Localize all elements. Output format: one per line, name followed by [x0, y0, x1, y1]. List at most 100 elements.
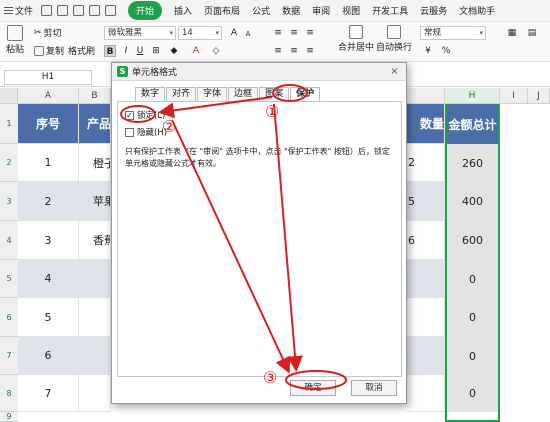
tab-alignment[interactable]: 对齐: [166, 87, 197, 101]
tab-review[interactable]: 审阅: [312, 4, 330, 17]
currency-button[interactable]: ¥: [422, 45, 434, 57]
seq-cell[interactable]: 4: [18, 260, 79, 298]
tab-data[interactable]: 数据: [282, 4, 300, 17]
close-icon[interactable]: ×: [389, 66, 400, 77]
header-qty-cell[interactable]: 数量: [407, 104, 445, 144]
seq-cell[interactable]: 5: [18, 298, 79, 337]
font-name-select[interactable]: 微软雅黑 ▾: [104, 26, 176, 40]
shrink-font-icon[interactable]: A: [242, 28, 254, 40]
tab-view[interactable]: 视图: [342, 4, 360, 17]
file-menu[interactable]: 文件: [4, 4, 33, 17]
undo-icon[interactable]: [89, 5, 101, 16]
column-header-j[interactable]: J: [528, 88, 550, 104]
clear-format-icon[interactable]: ◇: [210, 45, 222, 57]
print-icon[interactable]: [57, 5, 69, 16]
row-header-9[interactable]: 9: [0, 412, 18, 422]
seq-cell[interactable]: 2: [18, 182, 79, 221]
tab-insert[interactable]: 插入: [174, 4, 192, 17]
total-cell[interactable]: 0: [445, 375, 500, 412]
product-cell[interactable]: 苹果: [79, 182, 111, 221]
wrap-text-button[interactable]: 自动换行: [376, 25, 412, 53]
hidden-option[interactable]: 隐藏(H): [125, 126, 167, 138]
locked-checkbox[interactable]: ✓: [125, 110, 134, 120]
product-cell[interactable]: 橙子: [79, 144, 111, 182]
total-cell[interactable]: 600: [445, 221, 500, 260]
qty-cell[interactable]: [407, 337, 445, 375]
header-total-cell[interactable]: 金额总计: [445, 104, 500, 144]
product-cell[interactable]: [79, 260, 111, 298]
save-icon[interactable]: [41, 5, 53, 16]
row-header-2[interactable]: 2: [0, 144, 18, 182]
conditional-format-icon[interactable]: ▦: [506, 27, 518, 39]
qty-cell[interactable]: [407, 375, 445, 412]
column-header-b[interactable]: B: [79, 88, 111, 104]
total-cell[interactable]: 0: [445, 298, 500, 337]
total-cell[interactable]: 0: [445, 337, 500, 375]
qty-cell[interactable]: [407, 298, 445, 337]
align-right-icon[interactable]: ≡: [304, 45, 316, 57]
product-cell[interactable]: 香蕉: [79, 221, 111, 260]
hidden-checkbox[interactable]: [125, 127, 134, 137]
tab-border[interactable]: 边框: [228, 87, 259, 101]
percent-button[interactable]: %: [440, 45, 452, 57]
seq-cell[interactable]: 6: [18, 337, 79, 375]
align-top-icon[interactable]: ≡: [272, 27, 284, 39]
ok-button[interactable]: 确定: [290, 380, 336, 396]
dialog-titlebar[interactable]: S 单元格格式: [112, 63, 406, 81]
column-header-g[interactable]: [407, 88, 445, 104]
border-icon[interactable]: ⊞: [150, 45, 162, 57]
cut-button[interactable]: ✂ 剪切: [34, 26, 62, 40]
product-cell[interactable]: [79, 337, 111, 375]
paste-button[interactable]: 粘贴: [6, 25, 24, 55]
column-header-a[interactable]: A: [18, 88, 79, 104]
select-all-corner[interactable]: [0, 88, 18, 104]
row-header-8[interactable]: 8: [0, 375, 18, 412]
font-size-select[interactable]: 14 ▾: [178, 26, 222, 40]
column-header-h[interactable]: H: [445, 88, 500, 104]
total-cell[interactable]: 0: [445, 260, 500, 298]
header-product-cell[interactable]: 产品名: [79, 104, 111, 144]
fill-color-icon[interactable]: ◆: [168, 45, 180, 57]
locked-option[interactable]: ✓ 锁定(L): [125, 109, 165, 121]
column-header-i[interactable]: I: [500, 88, 528, 104]
product-cell[interactable]: [79, 298, 111, 337]
merge-center-button[interactable]: 合并居中: [338, 25, 374, 53]
align-left-icon[interactable]: ≡: [272, 45, 284, 57]
tab-developer[interactable]: 开发工具: [372, 4, 408, 17]
row-header-7[interactable]: 7: [0, 337, 18, 375]
row-header-5[interactable]: 5: [0, 260, 18, 298]
tab-cloud[interactable]: 云服务: [420, 4, 447, 17]
seq-cell[interactable]: 3: [18, 221, 79, 260]
row-header-6[interactable]: 6: [0, 298, 18, 337]
tab-patterns[interactable]: 图案: [259, 87, 290, 101]
italic-button[interactable]: I: [120, 45, 132, 57]
qty-cell[interactable]: 5: [407, 182, 445, 221]
number-format-select[interactable]: 常规 ▾: [420, 26, 486, 40]
tab-number[interactable]: 数字: [135, 87, 166, 101]
table-style-icon[interactable]: ▤: [526, 27, 538, 39]
seq-cell[interactable]: 7: [18, 375, 79, 412]
seq-cell[interactable]: 1: [18, 144, 79, 182]
underline-button[interactable]: U: [134, 45, 146, 57]
tab-doc-assistant[interactable]: 文档助手: [459, 4, 495, 17]
bold-button[interactable]: B: [104, 45, 116, 57]
align-middle-icon[interactable]: ≡: [288, 27, 300, 39]
name-box[interactable]: H1: [4, 70, 92, 85]
grow-font-icon[interactable]: A: [228, 27, 240, 39]
qty-cell[interactable]: 6: [407, 221, 445, 260]
row-header-4[interactable]: 4: [0, 221, 18, 260]
cancel-button[interactable]: 取消: [351, 380, 397, 396]
tab-formulas[interactable]: 公式: [252, 4, 270, 17]
qty-cell[interactable]: [407, 260, 445, 298]
font-color-icon[interactable]: A: [190, 45, 202, 57]
qty-cell[interactable]: 2: [407, 144, 445, 182]
preview-icon[interactable]: [73, 5, 85, 16]
tab-page-layout[interactable]: 页面布局: [204, 4, 240, 17]
row-header-3[interactable]: 3: [0, 182, 18, 221]
tab-home[interactable]: 开始: [128, 1, 163, 20]
total-cell[interactable]: 260: [445, 144, 500, 182]
tab-protection[interactable]: 保护: [290, 87, 321, 101]
row-header-1[interactable]: 1: [0, 104, 18, 144]
tab-font[interactable]: 字体: [197, 87, 228, 101]
total-cell[interactable]: 400: [445, 182, 500, 221]
